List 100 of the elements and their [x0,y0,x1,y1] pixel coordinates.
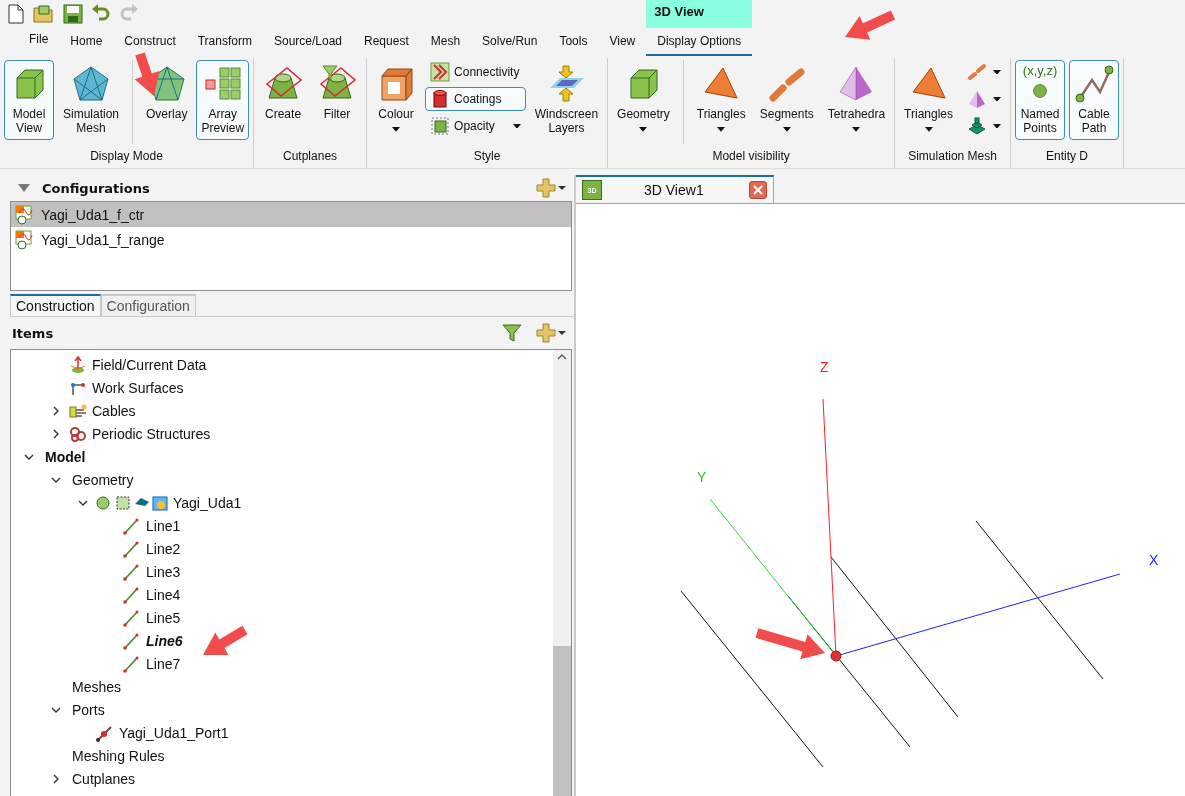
file-tab[interactable]: File [18,28,60,48]
tree-item[interactable]: Line5 [146,609,181,626]
dropdown-caret-icon [993,96,1002,102]
path-icon [1074,64,1115,104]
ribbon-small-button[interactable]: Connectivity [425,60,526,84]
contextual-tab-label: 3D View [646,0,753,28]
mesh-polyhedron-icon [71,64,111,104]
dashed-cube-icon [430,116,451,136]
toolbar-button[interactable] [6,3,26,25]
tree-item[interactable]: Line6 [146,632,183,649]
axis-label: X [1149,552,1159,568]
ribbon-button[interactable]: Model View [4,60,54,140]
field-arrow-icon [68,355,88,374]
segments-icon [967,62,988,82]
tree-item[interactable]: Ports [72,701,105,718]
ribbon-button[interactable]: Filter [312,60,363,140]
ribbon-button[interactable]: Geometry [612,60,675,140]
dropdown-caret-icon [852,127,861,132]
ribbon-tab[interactable]: Mesh [419,28,472,56]
ribbon-button[interactable]: Array Preview [196,60,250,140]
panel-tab[interactable]: Configuration [100,294,196,316]
linked-rings-icon [68,424,88,443]
stacked-shape-icon [967,116,988,136]
panel-title: Items [11,325,54,341]
tree-item[interactable]: Line7 [146,655,181,672]
save-icon [63,4,83,24]
3d-viewport[interactable]: Z Y X [576,204,1185,796]
ribbon-button[interactable]: Segments [754,60,819,140]
axis-label: Z [820,359,829,375]
chevron-right-icon[interactable] [51,428,61,439]
configuration-item[interactable]: Yagi_Uda1_f_range [11,227,571,252]
tree-item[interactable]: Cables [92,402,136,419]
scrollbar[interactable] [553,350,571,796]
ribbon-button[interactable]: Triangles [691,60,751,140]
ribbon-button[interactable]: Simulation Mesh [58,60,125,140]
annotation-arrow [755,628,825,660]
dropdown-caret-icon [993,69,1002,75]
chevron-right-icon[interactable] [51,773,61,784]
chevron-right-icon[interactable] [51,405,61,416]
ribbon-group-label: Model visibility [711,148,791,163]
funnel-icon[interactable] [502,323,522,343]
ribbon-tab[interactable]: Solve/Run [471,28,549,56]
ribbon-tab[interactable]: View [598,28,647,56]
part-shapes-icon [95,493,169,512]
tree-item[interactable]: Line3 [146,563,181,580]
toolbar-button[interactable] [32,3,56,25]
pyramid-icon [967,89,988,109]
ribbon-group-label: Simulation Mesh [907,148,998,163]
tree-item[interactable]: Cutplanes [72,770,136,787]
tree-item[interactable]: Line4 [146,586,181,603]
ribbon-small-button[interactable]: Opacity [425,114,526,138]
tree-item[interactable]: Model [45,448,86,465]
toolbar-button[interactable] [62,3,84,25]
ribbon-small-button[interactable]: Coatings [425,87,526,111]
ribbon-tab[interactable]: Tools [548,28,599,56]
ribbon-tab[interactable]: Construct [113,28,187,56]
chart-wave-icon [15,229,35,250]
dropdown-caret-icon [717,127,726,132]
chevron-square-icon [430,62,451,82]
ribbon-tab[interactable]: Request [353,28,420,56]
ribbon-button[interactable]: Triangles [899,60,959,140]
annotation-arrow [134,52,160,96]
dropdown-caret-icon [782,127,791,132]
panel-title: Configurations [42,180,150,196]
tree-item[interactable]: Yagi_Uda1_Port1 [119,724,229,741]
ribbon-tab[interactable]: Transform [186,28,263,56]
collapse-triangle-icon[interactable] [18,184,30,192]
dropdown-caret-icon [639,127,648,132]
add-plus-icon[interactable] [536,178,566,198]
chart-wave-icon [15,204,35,225]
tree-item[interactable]: Line1 [146,517,181,534]
panel-tab[interactable]: Construction [10,294,101,316]
close-icon [753,185,763,195]
configuration-item[interactable]: Yagi_Uda1_f_ctr [11,202,571,227]
dropdown-caret-icon [993,123,1002,129]
open-folder-icon [33,4,55,24]
ribbon-button[interactable]: Cable Path [1069,60,1120,140]
tree-item[interactable]: Line2 [146,540,181,557]
ribbon-tab[interactable]: Home [59,28,114,56]
tree-item[interactable]: Field/Current Data [92,356,207,373]
ribbon-button[interactable]: Tetrahedra [822,60,891,140]
ribbon-button[interactable]: Colour [371,60,422,140]
tree-item[interactable]: Meshing Rules [72,747,165,764]
ribbon-button[interactable]: (x,y,z) Named Points [1015,60,1066,140]
tree-item[interactable]: Yagi_Uda1 [173,494,242,511]
close-button[interactable] [749,181,767,199]
tree-item[interactable]: Periodic Structures [92,425,211,442]
add-plus-icon[interactable] [536,323,566,343]
tree-item[interactable]: Meshes [72,678,122,695]
redo-icon [119,4,139,24]
scrollbar-thumb[interactable] [553,646,571,796]
tree-item[interactable]: Work Surfaces [92,379,184,396]
annotation-arrow [845,10,896,40]
ribbon-tab[interactable]: Display Options [646,28,753,56]
tree-item[interactable]: Geometry [72,471,134,488]
ribbon-button[interactable]: Windscreen Layers [529,60,604,140]
ribbon-button[interactable]: Create [258,60,309,140]
ribbon-tab[interactable]: Source/Load [262,28,353,56]
annotation-arrow [203,625,248,655]
new-file-icon [7,4,25,24]
